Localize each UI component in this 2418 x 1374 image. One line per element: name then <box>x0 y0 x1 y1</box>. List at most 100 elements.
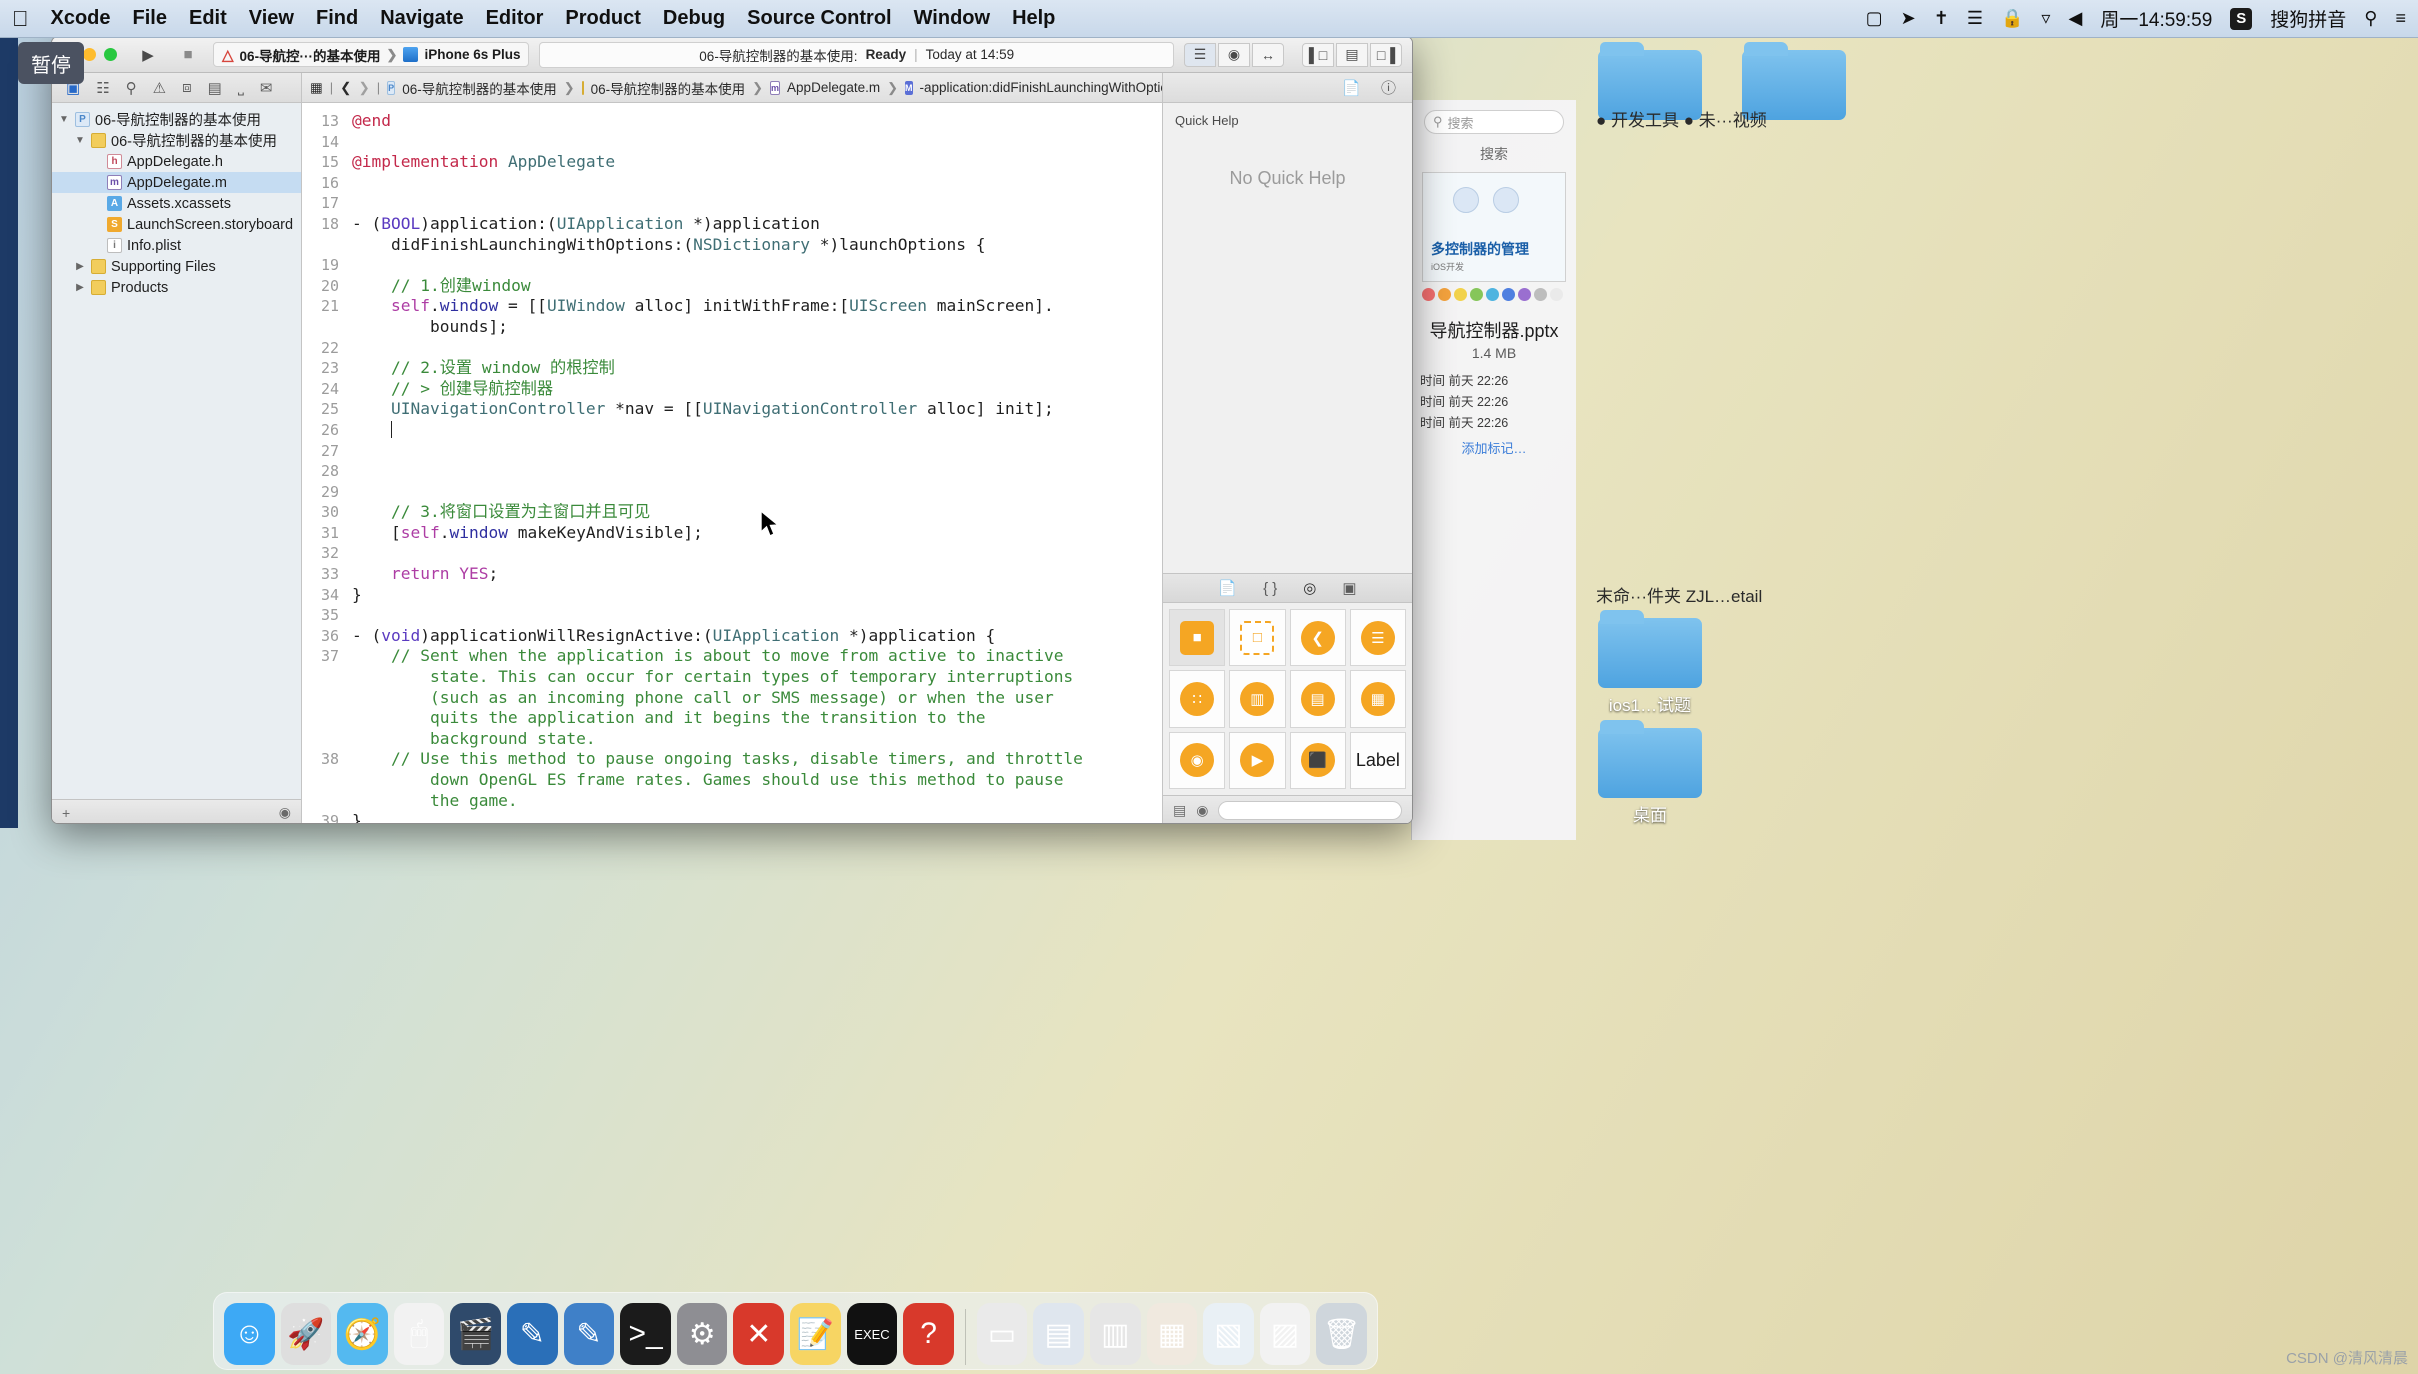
code-line[interactable]: @implementation AppDelegate <box>352 152 1152 173</box>
library-item[interactable]: Label <box>1349 731 1406 789</box>
library-item[interactable]: ▦ <box>1349 670 1406 728</box>
menu-item-source-control[interactable]: Source Control <box>747 7 891 30</box>
code-line[interactable]: bounds]; <box>352 317 1152 338</box>
related-items-icon[interactable]: ▦ <box>310 80 323 96</box>
forward-chevron-icon[interactable]: ❯ <box>358 80 369 96</box>
scheme-selector[interactable]: △ 06-导航控···的基本使用 ❯ iPhone 6s Plus <box>213 42 530 67</box>
code-line[interactable] <box>352 482 1152 503</box>
menu-item-navigate[interactable]: Navigate <box>380 7 463 30</box>
code-line[interactable]: didFinishLaunchingWithOptions:(NSDiction… <box>352 235 1152 256</box>
code-text[interactable]: @end @implementation AppDelegate - (BOOL… <box>346 103 1162 823</box>
dock-item-system-preferences[interactable]: ⚙ <box>676 1303 728 1365</box>
jumpbar-crumb-folder[interactable]: 06-导航控制器的基本使用 <box>591 78 746 98</box>
library-item[interactable]: ❮ <box>1289 609 1346 667</box>
screen-record-icon[interactable]: ▢ <box>1866 8 1883 29</box>
file-inspector-icon[interactable]: 📄 <box>1342 79 1361 97</box>
menu-item-editor[interactable]: Editor <box>486 7 544 30</box>
tree-item[interactable]: h AppDelegate.h <box>52 151 301 172</box>
code-line[interactable]: // > 创建导航控制器 <box>352 379 1152 400</box>
version-editor-icon[interactable]: ↔ <box>1252 42 1284 67</box>
tree-item[interactable]: ▼ P 06-导航控制器的基本使用 <box>52 109 301 130</box>
dock-item-window-thumb-5[interactable]: ▧ <box>1203 1303 1254 1365</box>
dock-item-window-thumb-2[interactable]: ▤ <box>1033 1303 1084 1365</box>
code-line[interactable] <box>352 441 1152 462</box>
library-tab-bar[interactable]: 📄 { } ◎ ▣ <box>1163 573 1412 603</box>
toggle-utilities-icon[interactable]: □▐ <box>1370 42 1402 67</box>
file-template-library-icon[interactable]: 📄 <box>1218 579 1237 597</box>
debug-navigator-icon[interactable]: ▤ <box>208 79 222 97</box>
desktop-folder[interactable]: 桌面 <box>1596 720 1704 826</box>
control-center-icon[interactable]: ≡ <box>2395 8 2406 29</box>
tree-item[interactable]: i Info.plist <box>52 235 301 256</box>
dock-item-movie-app[interactable]: 🎬 <box>450 1303 502 1365</box>
dock-item-window-thumb-6[interactable]: ▨ <box>1259 1303 1311 1365</box>
disclosure-triangle-icon[interactable]: ▶ <box>74 261 86 272</box>
menu-item-view[interactable]: View <box>249 7 294 30</box>
code-line[interactable] <box>352 420 1152 441</box>
filter-circle-icon[interactable]: ◉ <box>279 804 291 821</box>
quick-help-icon[interactable]: ⓘ <box>1381 77 1396 98</box>
code-line[interactable]: the game. <box>352 791 1152 812</box>
dock-item-xmind[interactable]: ✕ <box>733 1303 785 1365</box>
library-item[interactable]: ☰ <box>1349 609 1406 667</box>
dock-item-launchpad[interactable]: 🚀 <box>280 1303 332 1365</box>
code-line[interactable] <box>352 605 1152 626</box>
object-library-icon[interactable]: ◎ <box>1303 579 1316 597</box>
code-line[interactable]: down OpenGL ES frame rates. Games should… <box>352 770 1152 791</box>
code-snippet-library-icon[interactable]: { } <box>1263 580 1277 597</box>
code-line[interactable]: quits the application and it begins the … <box>352 708 1152 729</box>
dock-item-executable[interactable]: EXEC <box>846 1303 898 1365</box>
menubar-clock[interactable]: 周一14:59:59 <box>2100 5 2212 32</box>
add-tags-link[interactable]: 添加标记… <box>1412 438 1576 457</box>
disclosure-triangle-icon[interactable]: ▶ <box>74 282 86 293</box>
tag-color-dots[interactable] <box>1412 282 1576 307</box>
menu-item-window[interactable]: Window <box>914 7 990 30</box>
code-line[interactable] <box>352 132 1152 153</box>
tree-item[interactable]: ▼ 06-导航控制器的基本使用 <box>52 130 301 151</box>
code-line[interactable] <box>352 461 1152 482</box>
code-line[interactable]: } <box>352 811 1152 823</box>
jump-bar[interactable]: ▦ | ❮ ❯ | P 06-导航控制器的基本使用 ❯ 06-导航控制器的基本使… <box>302 73 1162 103</box>
code-line[interactable]: [self.window makeKeyAndVisible]; <box>352 523 1152 544</box>
tree-item[interactable]: S LaunchScreen.storyboard <box>52 214 301 235</box>
dock-item-safari[interactable]: 🧭 <box>337 1303 388 1365</box>
code-line[interactable]: return YES; <box>352 564 1152 585</box>
desktop-folder[interactable]: ios1…试题 <box>1596 610 1704 716</box>
media-library-icon[interactable]: ▣ <box>1342 579 1356 597</box>
code-line[interactable]: - (BOOL)application:(UIApplication *)app… <box>352 214 1152 235</box>
back-chevron-icon[interactable]: ❮ <box>340 80 351 96</box>
code-line[interactable]: (such as an incoming phone call or SMS m… <box>352 688 1152 709</box>
code-line[interactable] <box>352 193 1152 214</box>
jumpbar-crumb-project[interactable]: 06-导航控制器的基本使用 <box>402 78 557 98</box>
plus-icon[interactable]: + <box>62 805 70 821</box>
disclosure-triangle-icon[interactable]: ▼ <box>58 114 70 125</box>
airdrop-icon[interactable]: ☰ <box>1967 8 1983 29</box>
editor-mode-toggles[interactable]: ☰ ◉ ↔ <box>1184 42 1284 67</box>
tree-item[interactable]: ▶ Products <box>52 277 301 298</box>
library-filter-field[interactable] <box>1218 801 1402 820</box>
library-item[interactable]: ■ <box>1169 609 1226 667</box>
code-line[interactable]: // Sent when the application is about to… <box>352 646 1152 667</box>
navigator-tab-bar[interactable]: ▣ ☷ ⚲ ⚠ ⧈ ▤ ⎵ ✉ <box>52 73 301 103</box>
code-line[interactable]: background state. <box>352 729 1152 750</box>
dock-item-trash[interactable]: 🗑 <box>1316 1303 1367 1365</box>
menu-item-debug[interactable]: Debug <box>663 7 725 30</box>
standard-editor-icon[interactable]: ☰ <box>1184 42 1216 67</box>
library-item[interactable]: ▶ <box>1229 731 1286 789</box>
breakpoint-navigator-icon[interactable]: ⎵ <box>238 79 244 96</box>
code-line[interactable]: self.window = [[UIWindow alloc] initWith… <box>352 296 1152 317</box>
tree-item[interactable]: m AppDelegate.m <box>52 172 301 193</box>
run-play-icon[interactable]: ▶ <box>133 43 163 67</box>
dock-item-notes[interactable]: 📝 <box>790 1303 841 1365</box>
code-line[interactable]: state. This can occur for certain types … <box>352 667 1152 688</box>
wifi-icon[interactable]: ▿ <box>2041 8 2050 29</box>
find-navigator-icon[interactable]: ⚲ <box>126 79 137 97</box>
menu-item-find[interactable]: Find <box>316 7 358 30</box>
code-line[interactable]: // Use this method to pause ongoing task… <box>352 749 1152 770</box>
dock-item-xcode-beta[interactable]: ✎ <box>563 1303 615 1365</box>
symbol-navigator-icon[interactable]: ☷ <box>96 79 109 97</box>
dock-item-window-thumb-3[interactable]: ▥ <box>1089 1303 1141 1365</box>
code-line[interactable] <box>352 255 1152 276</box>
lock-icon[interactable]: 🔒 <box>2001 8 2023 29</box>
library-item[interactable]: ⬛ <box>1289 731 1346 789</box>
